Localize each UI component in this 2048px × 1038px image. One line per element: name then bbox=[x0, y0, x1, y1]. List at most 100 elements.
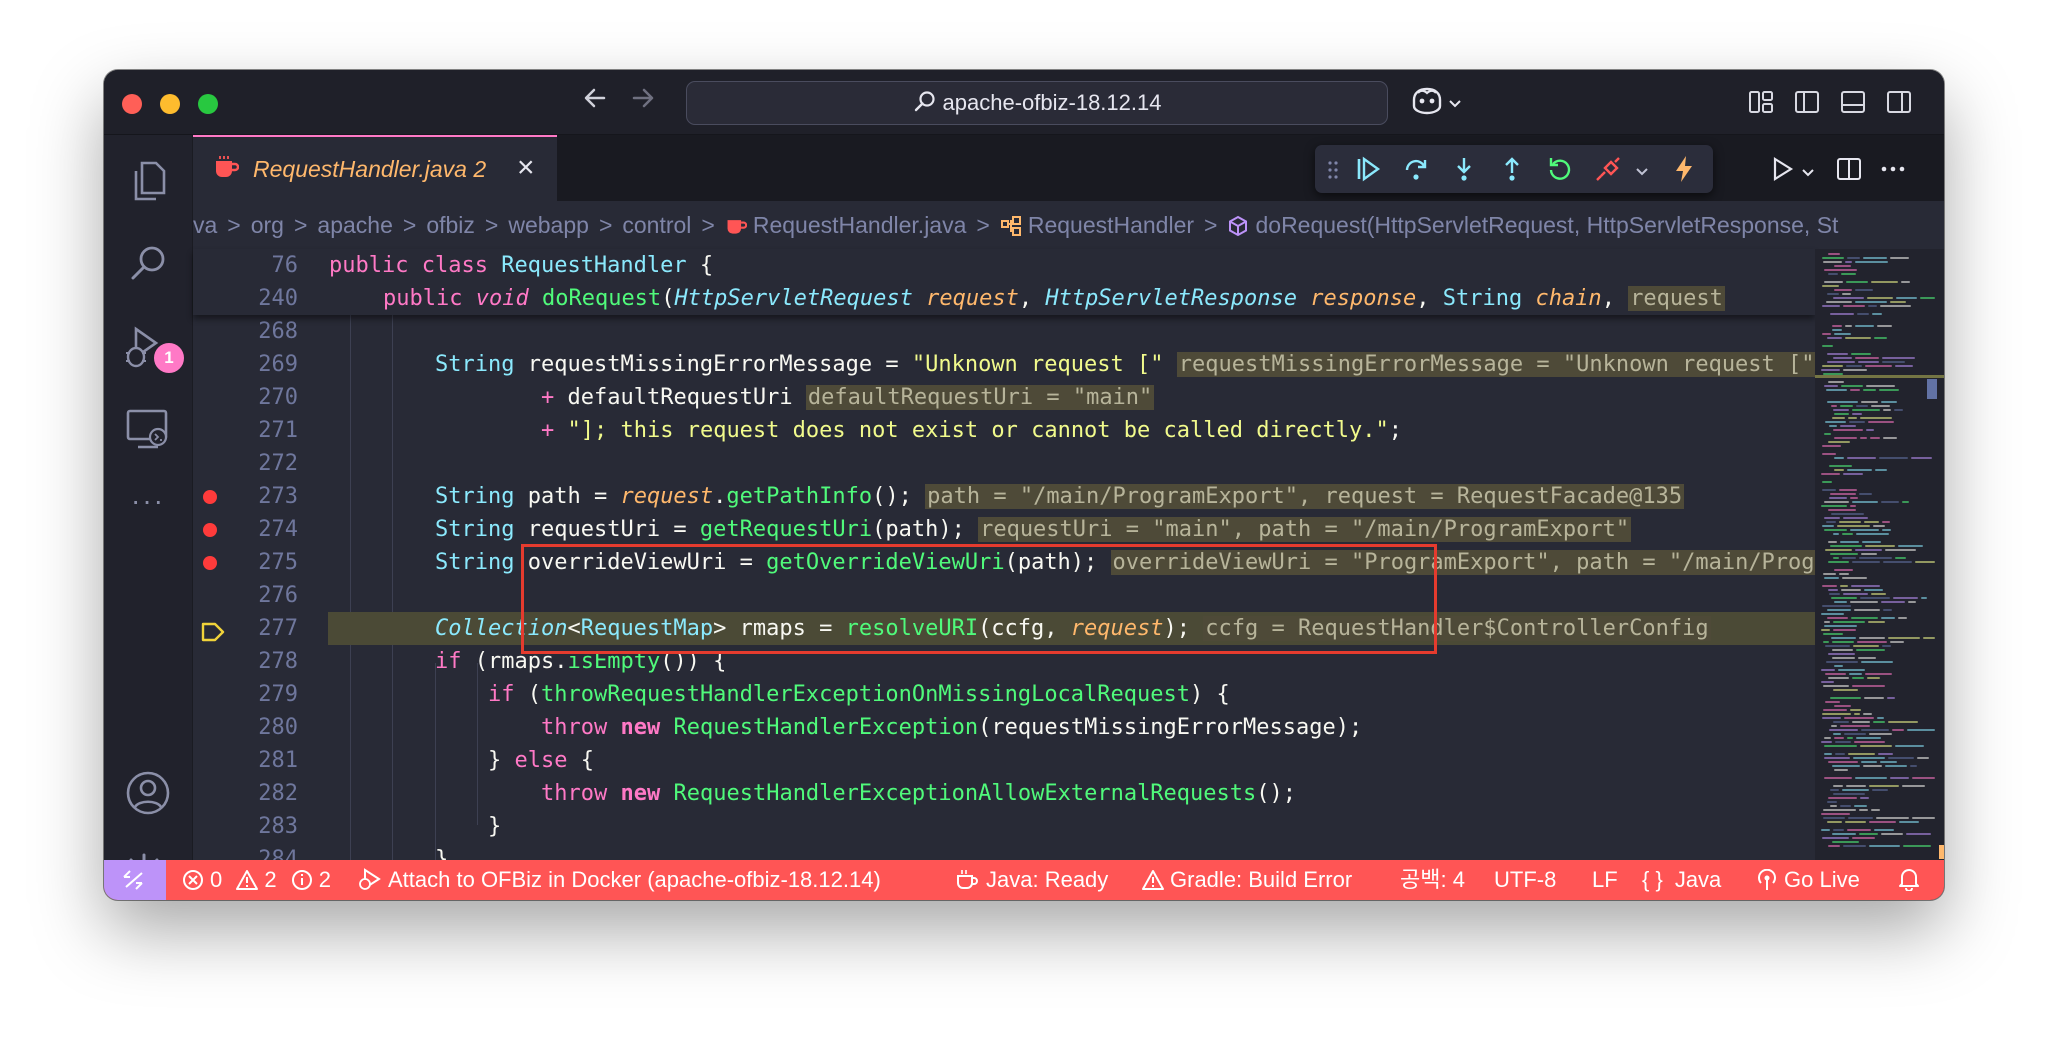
run-icon[interactable] bbox=[1769, 156, 1795, 187]
minimap-line bbox=[1865, 365, 1892, 367]
minimap-line bbox=[1822, 481, 1832, 483]
minimap-line bbox=[1915, 561, 1935, 563]
run-and-debug-icon[interactable]: 1 bbox=[122, 321, 186, 375]
problems-indicator[interactable]: 0 2 2 bbox=[182, 860, 331, 900]
minimap-line bbox=[1834, 289, 1852, 291]
breadcrumb-item[interactable]: RequestHandler bbox=[1028, 212, 1194, 238]
minimap-line bbox=[1829, 729, 1858, 731]
split-editor-icon[interactable] bbox=[1836, 156, 1862, 187]
disconnect-chevron-down-icon[interactable] bbox=[1635, 164, 1649, 182]
command-center-search[interactable]: apache-ofbiz-18.12.14 bbox=[686, 81, 1388, 125]
minimap[interactable] bbox=[1815, 249, 1944, 860]
more-actions-icon[interactable] bbox=[1880, 156, 1906, 187]
minimap-line bbox=[1923, 637, 1935, 639]
minimap-line bbox=[1833, 785, 1843, 787]
minimap-line bbox=[1830, 313, 1854, 315]
minimap-slider[interactable] bbox=[1927, 379, 1937, 399]
warning-icon bbox=[1142, 870, 1164, 890]
debug-target[interactable]: Attach to OFBiz in Docker (apache-ofbiz-… bbox=[358, 860, 881, 900]
code-editor[interactable]: 268 269 String requestMissingErrorMessage… bbox=[193, 249, 1815, 860]
encoding-status[interactable]: UTF-8 bbox=[1494, 860, 1556, 900]
toggle-panel-icon[interactable] bbox=[1840, 89, 1866, 120]
breadcrumb-item[interactable]: RequestHandler.java bbox=[753, 212, 967, 238]
minimap-line bbox=[1833, 533, 1839, 535]
gradle-status[interactable]: Gradle: Build Error bbox=[1142, 860, 1352, 900]
step-into-icon[interactable] bbox=[1451, 156, 1477, 187]
remote-explorer-icon[interactable] bbox=[122, 403, 174, 455]
code-line: 284} bbox=[258, 847, 449, 860]
close-window-button[interactable] bbox=[122, 94, 142, 114]
restart-icon[interactable] bbox=[1547, 156, 1573, 187]
breadcrumb-item[interactable]: ofbiz bbox=[426, 212, 475, 238]
minimap-line bbox=[1831, 637, 1856, 639]
minimap-line bbox=[1834, 265, 1851, 267]
minimap-line bbox=[1828, 797, 1857, 799]
minimap-line bbox=[1845, 261, 1852, 263]
breadcrumb-item[interactable]: org bbox=[251, 212, 284, 238]
minimap-line bbox=[1911, 457, 1932, 459]
sticky-line[interactable]: 240 public void doRequest(HttpServletRequ… bbox=[193, 282, 1815, 315]
accounts-icon[interactable] bbox=[122, 767, 174, 819]
minimap-line bbox=[1835, 753, 1845, 755]
remote-indicator[interactable] bbox=[104, 860, 166, 900]
java-file-icon bbox=[725, 205, 748, 249]
explorer-icon[interactable] bbox=[122, 155, 174, 207]
breadcrumb-item[interactable]: doRequest(HttpServletRequest, HttpServle… bbox=[1255, 212, 1838, 238]
minimap-line bbox=[1846, 785, 1866, 787]
minimap-line bbox=[1882, 521, 1890, 523]
indentation-status[interactable]: 공백: 4 bbox=[1400, 860, 1465, 900]
title-bar: apache-ofbiz-18.12.14 bbox=[104, 70, 1944, 135]
minimap-line bbox=[1863, 257, 1887, 259]
drag-handle-icon[interactable] bbox=[1327, 159, 1339, 186]
minimap-line bbox=[1845, 337, 1871, 339]
language-status[interactable]: { } Java bbox=[1642, 860, 1721, 900]
minimap-line bbox=[1861, 553, 1877, 555]
minimap-line bbox=[1833, 793, 1865, 795]
minimap-line bbox=[1881, 601, 1905, 603]
minimap-line bbox=[1829, 425, 1837, 427]
tab-close-icon[interactable]: × bbox=[517, 151, 535, 185]
minimap-line bbox=[1901, 281, 1910, 283]
minimap-line bbox=[1890, 301, 1906, 303]
customize-layout-icon[interactable] bbox=[1748, 89, 1774, 120]
breadcrumb-item[interactable]: control bbox=[622, 212, 691, 238]
toggle-primary-sidebar-icon[interactable] bbox=[1794, 89, 1820, 120]
minimap-line bbox=[1823, 641, 1829, 643]
go-live-button[interactable]: Go Live bbox=[1756, 860, 1860, 900]
minimize-window-button[interactable] bbox=[160, 94, 180, 114]
minimap-line bbox=[1834, 665, 1843, 667]
search-icon[interactable] bbox=[122, 239, 174, 291]
sticky-scroll-header[interactable]: 76 public class RequestHandler { 240 publi… bbox=[193, 249, 1815, 315]
run-chevron-down-icon[interactable] bbox=[1801, 165, 1815, 183]
coffee-icon bbox=[957, 870, 978, 889]
sticky-line[interactable]: 76 public class RequestHandler { bbox=[193, 249, 1815, 282]
breadcrumb-item[interactable]: apache bbox=[317, 212, 392, 238]
eol-status[interactable]: LF bbox=[1592, 860, 1618, 900]
breadcrumb-item[interactable]: va bbox=[193, 212, 217, 238]
breadcrumb: va > org > apache > ofbiz > webapp > control > Reque… bbox=[193, 201, 1944, 249]
hot-code-replace-icon[interactable] bbox=[1673, 155, 1695, 188]
step-out-icon[interactable] bbox=[1499, 156, 1525, 187]
minimap-line bbox=[1850, 389, 1860, 391]
minimap-line bbox=[1849, 673, 1862, 675]
step-over-icon[interactable] bbox=[1403, 156, 1429, 187]
copilot-icon[interactable] bbox=[1410, 86, 1444, 121]
copilot-chevron-down-icon[interactable] bbox=[1448, 96, 1462, 114]
notifications-bell-icon[interactable] bbox=[1898, 860, 1926, 900]
back-arrow-icon[interactable] bbox=[582, 84, 608, 120]
breadcrumb-item[interactable]: webapp bbox=[508, 212, 589, 238]
java-status[interactable]: Java: Ready bbox=[956, 860, 1108, 900]
toggle-secondary-sidebar-icon[interactable] bbox=[1886, 89, 1912, 120]
maximize-window-button[interactable] bbox=[198, 94, 218, 114]
minimap-line bbox=[1833, 429, 1863, 431]
more-views-icon[interactable]: ··· bbox=[122, 475, 174, 527]
minimap-line bbox=[1846, 281, 1868, 283]
minimap-line bbox=[1827, 801, 1837, 803]
minimap-line bbox=[1822, 305, 1840, 307]
continue-icon[interactable] bbox=[1355, 156, 1381, 187]
minimap-line bbox=[1852, 837, 1875, 839]
forward-arrow-icon[interactable] bbox=[630, 84, 656, 120]
disconnect-icon[interactable] bbox=[1595, 156, 1623, 187]
tab-requesthandler-java[interactable]: RequestHandler.java 2 × bbox=[193, 135, 557, 203]
minimap-line bbox=[1827, 821, 1842, 823]
